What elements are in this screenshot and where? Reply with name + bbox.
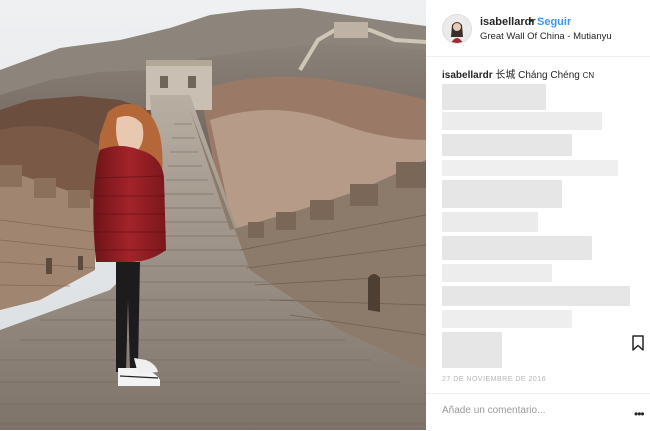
blurred-comments [442, 264, 552, 282]
comment-bar: Añade un comentario... ••• [426, 393, 650, 431]
post-location[interactable]: Great Wall Of China - Mutianyu [480, 31, 612, 42]
blurred-comments [442, 134, 572, 156]
post-caption: isabellardr 长城 Cháng Chéng CN [442, 66, 594, 81]
blurred-comments [442, 84, 546, 110]
instagram-post-modal: isabellardr • Seguir Great Wall Of China… [0, 0, 650, 430]
blurred-comments [442, 180, 562, 208]
blurred-comments [442, 236, 592, 260]
caption-text: 长城 Cháng Chéng [495, 70, 580, 81]
bookmark-icon[interactable] [631, 335, 645, 351]
more-options-icon[interactable]: ••• [634, 407, 645, 421]
blurred-comments [442, 310, 572, 328]
follow-button[interactable]: Seguir [537, 16, 571, 28]
post-username[interactable]: isabellardr [480, 16, 536, 28]
blurred-comments [442, 160, 618, 176]
blurred-comments [442, 112, 602, 130]
avatar[interactable] [442, 14, 472, 44]
blurred-comments [442, 286, 630, 306]
post-photo[interactable] [0, 0, 426, 430]
caption-flag: CN [582, 71, 595, 80]
post-date: 27 de noviembre de 2016 [442, 376, 547, 383]
post-side-panel: isabellardr • Seguir Great Wall Of China… [426, 0, 650, 430]
separator-dot: • [529, 15, 533, 27]
blurred-comments [442, 212, 538, 232]
comment-input[interactable]: Añade un comentario... [442, 405, 545, 416]
post-header: isabellardr • Seguir Great Wall Of China… [426, 0, 650, 57]
caption-username[interactable]: isabellardr [442, 70, 493, 81]
blurred-comments [442, 332, 502, 368]
